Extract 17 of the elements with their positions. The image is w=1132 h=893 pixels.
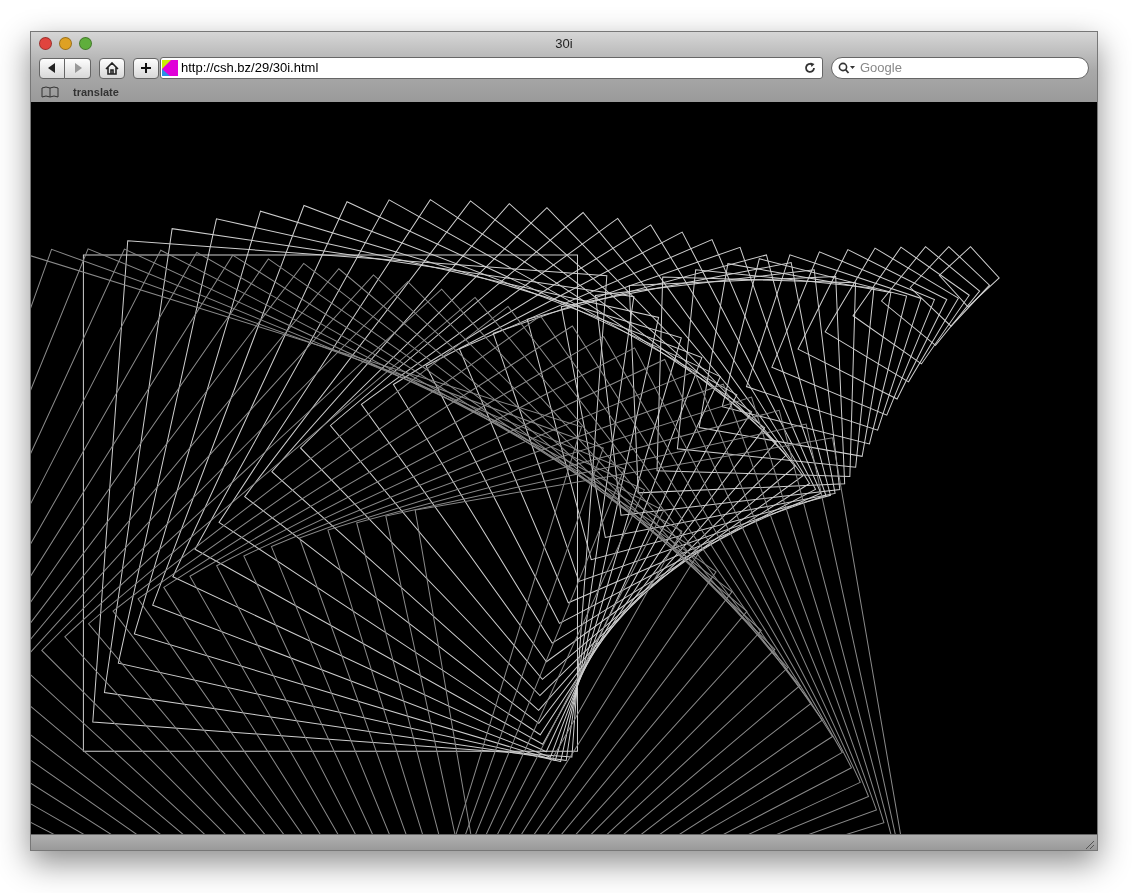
- zoom-button[interactable]: [79, 37, 92, 50]
- home-icon: [105, 61, 119, 75]
- close-button[interactable]: [39, 37, 52, 50]
- right-triangle-icon: [72, 63, 83, 73]
- add-bookmark-button[interactable]: [133, 57, 159, 79]
- site-favicon-icon: [162, 60, 178, 76]
- minimize-button[interactable]: [59, 37, 72, 50]
- reload-icon[interactable]: [804, 62, 816, 74]
- home-button[interactable]: [99, 57, 125, 79]
- resize-grip-icon[interactable]: [1083, 838, 1095, 850]
- search-icon: [838, 62, 856, 74]
- left-triangle-icon: [47, 63, 57, 73]
- bookmark-link[interactable]: translate: [73, 83, 119, 101]
- open-book-icon[interactable]: [41, 86, 59, 98]
- back-button[interactable]: [39, 57, 65, 79]
- plus-icon: [140, 62, 152, 74]
- window-title: 30i: [555, 35, 573, 51]
